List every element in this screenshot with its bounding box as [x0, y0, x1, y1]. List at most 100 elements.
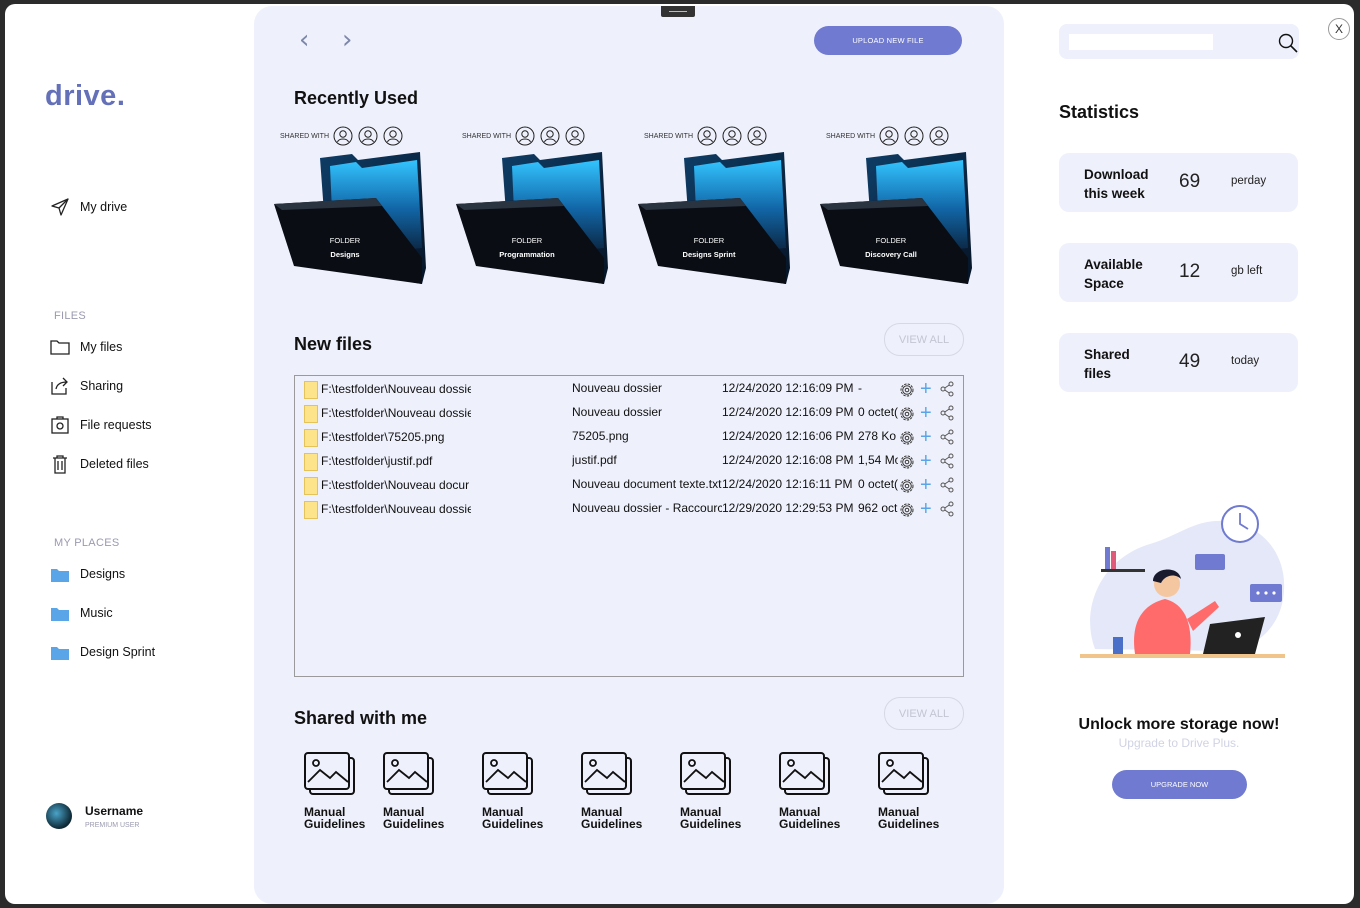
file-name: Nouveau document texte.txt — [572, 477, 722, 491]
folder-card-designs[interactable]: SHARED WITH FOLDER Designs — [274, 126, 430, 288]
shared-with-label: SHARED WITH — [826, 132, 875, 140]
share-icon[interactable] — [939, 381, 955, 397]
shared-item[interactable]: Manual Guidelines — [581, 752, 651, 830]
nav-my-files-label: My files — [80, 340, 123, 354]
image-icon — [581, 752, 632, 795]
shared-with-me-title: Shared with me — [294, 708, 428, 728]
folder-card-designs-sprint[interactable]: SHARED WITH FOLDER Designs Sprint — [638, 126, 794, 288]
upgrade-now-button[interactable]: UPGRADE NOW — [1112, 770, 1247, 799]
file-row[interactable]: F:\testfolder\Nouveau docur Nouveau docu… — [295, 475, 963, 497]
file-date: 12/29/2020 12:29:53 PM — [722, 501, 854, 515]
image-icon — [878, 752, 929, 795]
search-input[interactable] — [1069, 34, 1213, 50]
send-icon — [49, 196, 71, 218]
file-name: Nouveau dossier — [572, 381, 663, 395]
new-files-view-all-button[interactable]: VIEW ALL — [884, 323, 964, 356]
shared-item[interactable]: Manual Guidelines — [383, 752, 453, 830]
nav-sharing[interactable]: Sharing — [49, 375, 123, 397]
search-icon[interactable] — [1277, 32, 1299, 54]
shared-item[interactable]: Manual Guidelines — [680, 752, 750, 830]
user-circle-icon — [879, 126, 899, 146]
share-icon[interactable] — [939, 429, 955, 445]
trash-icon — [49, 453, 71, 475]
nav-deleted-files-label: Deleted files — [80, 457, 149, 471]
shared-item-line2: Guidelines — [383, 817, 445, 831]
nav-my-drive[interactable]: My drive — [49, 196, 127, 218]
file-path: F:\testfolder\Nouveau docur — [321, 478, 470, 492]
file-row[interactable]: F:\testfolder\Nouveau dossie Nouveau dos… — [295, 403, 963, 425]
stat-label-line1: Download — [1084, 167, 1149, 182]
user-profile[interactable]: Username PREMIUM USER — [46, 803, 143, 829]
unlock-storage-subtitle: Upgrade to Drive Plus. — [1118, 736, 1240, 750]
nav-deleted-files[interactable]: Deleted files — [49, 453, 149, 475]
place-design-sprint[interactable]: Design Sprint — [49, 641, 155, 663]
share-icon — [49, 375, 71, 397]
app-logo: drive. — [45, 80, 126, 112]
file-row[interactable]: F:\testfolder\75205.png 75205.png 12/24/… — [295, 427, 963, 449]
share-icon[interactable] — [939, 453, 955, 469]
plus-icon[interactable]: + — [920, 427, 936, 447]
user-circle-icon — [383, 126, 403, 146]
gear-icon[interactable] — [898, 381, 916, 399]
back-arrow-icon[interactable]: ‹ — [299, 27, 319, 53]
plus-icon[interactable]: + — [920, 403, 936, 423]
nav-my-drive-label: My drive — [80, 200, 128, 214]
close-button[interactable]: X — [1328, 18, 1350, 40]
file-icon — [304, 501, 318, 519]
place-design-sprint-label: Design Sprint — [80, 645, 156, 659]
file-date: 12/24/2020 12:16:06 PM — [722, 429, 854, 443]
file-row[interactable]: F:\testfolder\Nouveau dossie Nouveau dos… — [295, 379, 963, 401]
share-icon[interactable] — [939, 405, 955, 421]
gear-icon[interactable] — [898, 477, 916, 495]
shared-with-row: SHARED WITH — [826, 126, 954, 146]
folder-icon — [49, 641, 71, 663]
shared-item[interactable]: Manual Guidelines — [878, 752, 948, 830]
nav-file-requests[interactable]: File requests — [49, 414, 152, 436]
file-name: justif.pdf — [572, 453, 617, 467]
shared-item[interactable]: Manual Guidelines — [779, 752, 849, 830]
gear-icon[interactable] — [898, 405, 916, 423]
plus-icon[interactable]: + — [920, 379, 936, 399]
place-designs[interactable]: Designs — [49, 563, 125, 585]
user-circle-icon — [540, 126, 560, 146]
gear-icon[interactable] — [898, 453, 916, 471]
nav-my-files[interactable]: My files — [49, 336, 122, 358]
avatar — [46, 803, 72, 829]
user-circle-icon — [515, 126, 535, 146]
user-circle-icon — [722, 126, 742, 146]
nav-sharing-label: Sharing — [80, 379, 124, 393]
plus-icon[interactable]: + — [920, 451, 936, 471]
plus-icon[interactable]: + — [920, 475, 936, 495]
file-row[interactable]: F:\testfolder\justif.pdf justif.pdf 12/2… — [295, 451, 963, 473]
plus-icon[interactable]: + — [920, 499, 936, 519]
folder-card-discovery-call[interactable]: SHARED WITH FOLDER Discovery Call — [820, 126, 976, 288]
share-icon[interactable] — [939, 501, 955, 517]
drag-handle[interactable] — [661, 6, 695, 17]
stat-label-line2: files — [1084, 366, 1112, 381]
shared-item-line2: Guidelines — [482, 817, 544, 831]
nav-file-requests-label: File requests — [80, 418, 152, 432]
file-date: 12/24/2020 12:16:09 PM — [722, 405, 854, 419]
shared-view-all-button[interactable]: VIEW ALL — [884, 697, 964, 730]
upload-new-file-button[interactable]: UPLOAD NEW FILE — [814, 26, 962, 55]
stat-value: 49 — [1179, 351, 1201, 372]
file-row[interactable]: F:\testfolder\Nouveau dossie Nouveau dos… — [295, 499, 963, 521]
shared-item[interactable]: Manual Guidelines — [482, 752, 552, 830]
stat-unit: perday — [1231, 175, 1267, 187]
file-name: Nouveau dossier — [572, 405, 663, 419]
folder-card-programmation[interactable]: SHARED WITH FOLDER Programmation — [456, 126, 612, 288]
forward-arrow-icon[interactable]: › — [342, 27, 362, 53]
file-size: - — [858, 381, 862, 395]
shared-item[interactable]: Manual Guidelines — [304, 752, 374, 830]
shared-with-row: SHARED WITH — [280, 126, 408, 146]
user-circle-icon — [747, 126, 767, 146]
place-designs-label: Designs — [80, 567, 126, 581]
folder-name-label: Designs Sprint — [682, 250, 736, 259]
shared-item-line2: Guidelines — [304, 817, 366, 831]
share-icon[interactable] — [939, 477, 955, 493]
gear-icon[interactable] — [898, 501, 916, 519]
user-circle-icon — [697, 126, 717, 146]
folder-type-label: FOLDER — [693, 236, 725, 245]
place-music[interactable]: Music — [49, 602, 113, 624]
gear-icon[interactable] — [898, 429, 916, 447]
